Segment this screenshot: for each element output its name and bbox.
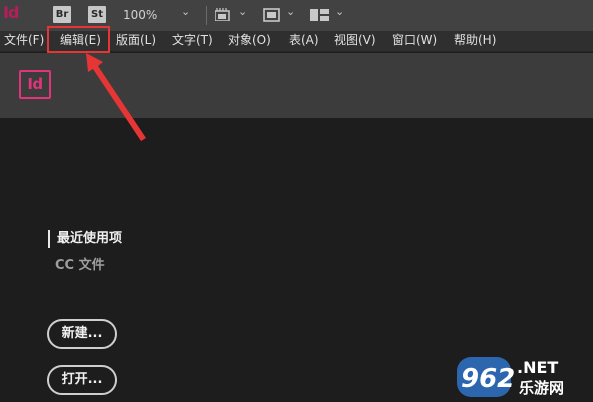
menu-edit[interactable]: 编辑(E) <box>60 33 101 48</box>
open-document-button[interactable]: 打开... <box>47 365 117 395</box>
arrange-documents-icon[interactable] <box>310 9 329 21</box>
menu-layout[interactable]: 版面(L) <box>116 33 156 48</box>
watermark-suffix: .NET <box>517 358 558 377</box>
menu-file[interactable]: 文件(F) <box>4 33 44 48</box>
chevron-down-icon[interactable]: ⌄ <box>286 5 295 18</box>
chevron-down-icon[interactable]: ⌄ <box>181 5 190 18</box>
menu-help[interactable]: 帮助(H) <box>454 33 496 48</box>
nav-cc-files[interactable]: CC 文件 <box>55 257 105 275</box>
app-logo: Id <box>3 3 19 22</box>
nav-recent-items[interactable]: 最近使用项 <box>48 230 122 248</box>
menu-window[interactable]: 窗口(W) <box>392 33 437 48</box>
menu-object[interactable]: 对象(O) <box>228 33 271 48</box>
application-bar: Id Br St 100% ⌄ ⌄ ⌄ ⌄ <box>0 0 593 31</box>
watermark-number: 962 <box>461 364 515 394</box>
chevron-down-icon[interactable]: ⌄ <box>238 5 247 18</box>
menu-table[interactable]: 表(A) <box>289 33 319 48</box>
toolbar-divider <box>206 6 207 25</box>
stock-button[interactable]: St <box>88 6 106 23</box>
bridge-button[interactable]: Br <box>53 6 71 23</box>
indesign-logo: Id <box>19 70 51 99</box>
new-document-button[interactable]: 新建... <box>47 319 117 349</box>
view-options-icon[interactable] <box>215 8 232 21</box>
menu-view[interactable]: 视图(V) <box>334 33 376 48</box>
menu-bar: 文件(F) 编辑(E) 版面(L) 文字(T) 对象(O) 表(A) 视图(V)… <box>0 31 593 52</box>
site-watermark-logo: 962 .NET 乐游网 <box>457 357 564 397</box>
watermark-site: 乐游网 <box>519 379 564 397</box>
zoom-level-value[interactable]: 100% <box>123 8 157 22</box>
screen-mode-icon[interactable] <box>263 8 280 22</box>
welcome-header <box>0 53 593 118</box>
menu-type[interactable]: 文字(T) <box>172 33 213 48</box>
chevron-down-icon[interactable]: ⌄ <box>335 5 344 18</box>
